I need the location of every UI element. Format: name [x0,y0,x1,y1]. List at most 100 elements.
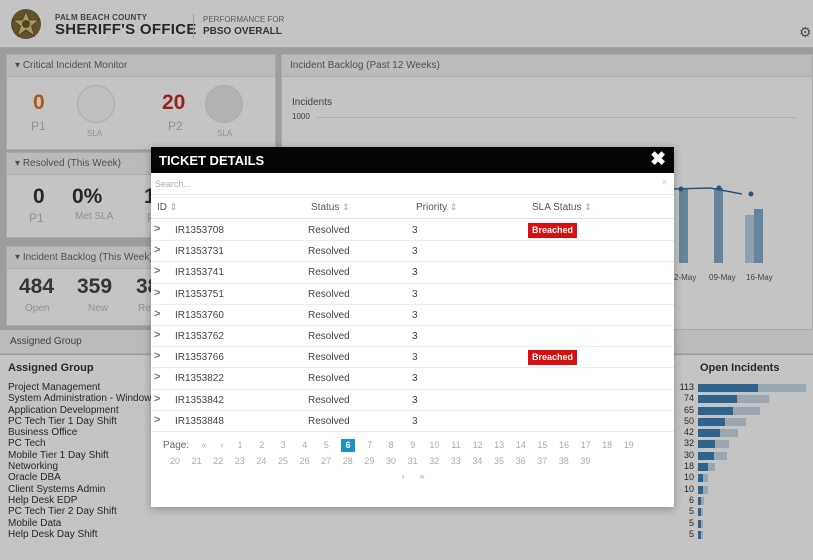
page-link[interactable]: 17 [579,440,593,450]
page-link[interactable]: 31 [406,456,420,466]
page-link[interactable]: 27 [319,456,333,466]
page-link[interactable]: 38 [557,456,571,466]
page-link[interactable]: 4 [298,440,312,450]
page-link[interactable]: 6 [341,439,355,452]
page-link[interactable]: 34 [470,456,484,466]
page-link[interactable]: 37 [535,456,549,466]
page-link[interactable]: 30 [384,456,398,466]
page-link[interactable]: 11 [449,440,463,450]
column-header-id[interactable]: ID ⇕ [157,202,177,213]
modal-title: TICKET DETAILS [159,153,265,168]
ticket-status: Resolved [308,267,350,279]
page-link[interactable]: 26 [298,456,312,466]
ticket-status: Resolved [308,415,350,427]
sort-icon: ⇕ [169,202,178,212]
prev-page-link[interactable]: ‹ [215,440,229,450]
page-link[interactable]: 28 [341,456,355,466]
page-link[interactable]: 8 [384,440,398,450]
sla-breached-badge: Breached [528,223,577,238]
ticket-priority: 3 [412,352,418,364]
chevron-right-icon[interactable]: > [154,244,160,256]
chevron-right-icon[interactable]: > [154,223,160,235]
page-link[interactable]: 21 [190,456,204,466]
page-link[interactable]: 1 [233,440,247,450]
table-row[interactable]: > IR1353741 Resolved 3 [151,262,674,284]
chevron-right-icon[interactable]: > [154,371,160,383]
column-header-priority[interactable]: Priority ⇕ [416,202,457,213]
ticket-priority: 3 [412,330,418,342]
page-link[interactable]: 13 [492,440,506,450]
page-link[interactable]: 2 [255,440,269,450]
page-link[interactable]: 15 [535,440,549,450]
ticket-status: Resolved [308,246,350,258]
last-page-link[interactable]: » [415,471,429,481]
page-link[interactable]: 35 [492,456,506,466]
table-row[interactable]: > IR1353762 Resolved 3 [151,326,674,348]
search-input[interactable] [155,176,655,192]
next-page-link[interactable]: › [396,471,410,481]
chevron-right-icon[interactable]: > [154,265,160,277]
page-link[interactable]: 18 [600,440,614,450]
page-link[interactable]: 5 [319,440,333,450]
ticket-status: Resolved [308,394,350,406]
page-link[interactable]: 33 [449,456,463,466]
ticket-id: IR1353708 [175,225,224,236]
page-link[interactable]: 24 [254,456,268,466]
first-page-link[interactable]: « [197,440,211,450]
table-row[interactable]: > IR1353760 Resolved 3 [151,305,674,326]
search-row: × [151,173,674,195]
page-label: Page: [163,440,190,451]
ticket-id: IR1353766 [175,352,224,364]
page-link[interactable]: 23 [233,456,247,466]
chevron-right-icon[interactable]: > [154,393,160,405]
close-icon[interactable]: ✖ [650,148,666,171]
table-row[interactable]: > IR1353731 Resolved 3 [151,241,674,263]
table-row[interactable]: > IR1353848 Resolved 3 [151,411,674,432]
page-link[interactable]: 14 [514,440,528,450]
table-row[interactable]: > IR1353766 Resolved 3 Breached [151,347,674,369]
column-header-status[interactable]: Status ⇕ [311,202,350,213]
ticket-priority: 3 [412,225,418,236]
page-link[interactable]: 29 [362,456,376,466]
sla-breached-badge: Breached [528,350,577,366]
page-link[interactable]: 25 [276,456,290,466]
page-link[interactable]: 16 [557,440,571,450]
page-link[interactable]: 10 [427,440,441,450]
chevron-right-icon[interactable]: > [154,329,160,341]
chevron-right-icon[interactable]: > [154,414,160,426]
ticket-status: Resolved [308,352,350,364]
ticket-status: Resolved [308,309,350,321]
clear-search-icon[interactable]: × [662,177,667,187]
page-link[interactable]: 22 [211,456,225,466]
ticket-priority: 3 [412,394,418,406]
page-link[interactable]: 20 [168,456,182,466]
page-link[interactable]: 19 [622,440,636,450]
chevron-right-icon[interactable]: > [154,308,160,320]
ticket-id: IR1353760 [175,309,224,321]
chevron-right-icon[interactable]: > [154,350,160,362]
modal-header: TICKET DETAILS ✖ [151,147,674,173]
column-header-sla-status[interactable]: SLA Status ⇕ [532,202,592,213]
ticket-priority: 3 [412,267,418,279]
table-header: ID ⇕ Status ⇕ Priority ⇕ SLA Status ⇕ [151,195,674,219]
ticket-priority: 3 [412,373,418,385]
ticket-priority: 3 [412,288,418,300]
page-link[interactable]: 32 [427,456,441,466]
ticket-id: IR1353751 [175,288,224,300]
table-row[interactable]: > IR1353708 Resolved 3 Breached [151,220,674,242]
ticket-id: IR1353848 [175,415,224,427]
page-link[interactable]: 12 [471,440,485,450]
ticket-id: IR1353822 [175,373,224,385]
page-link[interactable]: 36 [514,456,528,466]
page-link[interactable]: 7 [363,440,377,450]
table-row[interactable]: > IR1353842 Resolved 3 [151,390,674,411]
chevron-right-icon[interactable]: > [154,287,160,299]
sort-icon: ⇕ [584,202,592,212]
ticket-details-modal: TICKET DETAILS ✖ × ID ⇕ Status ⇕ Priorit… [151,147,674,507]
page-link[interactable]: 39 [578,456,592,466]
sort-icon: ⇕ [342,202,350,212]
table-row[interactable]: > IR1353822 Resolved 3 [151,368,674,390]
page-link[interactable]: 3 [276,440,290,450]
table-row[interactable]: > IR1353751 Resolved 3 [151,284,674,305]
page-link[interactable]: 9 [406,440,420,450]
